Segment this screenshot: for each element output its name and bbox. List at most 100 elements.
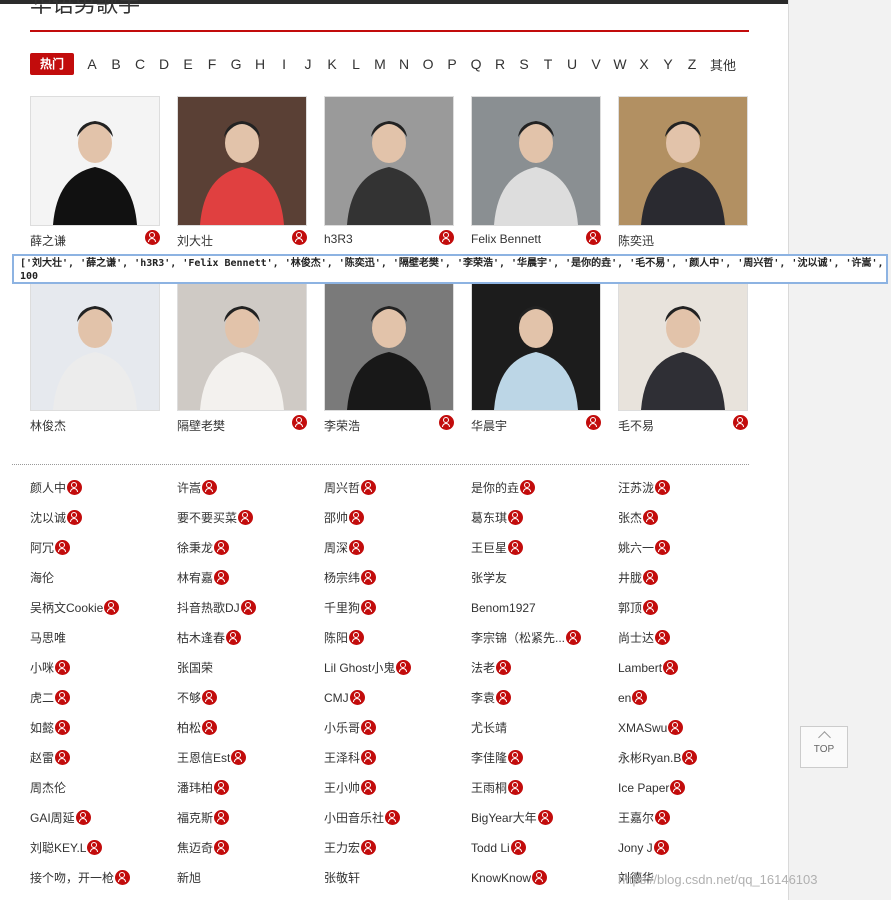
artist-list-item[interactable]: 抖音热歌DJ: [177, 599, 256, 617]
artist-profile-icon[interactable]: [532, 870, 548, 886]
artist-list-item[interactable]: 王巨星: [471, 539, 524, 557]
artist-list-item[interactable]: 是你的垚: [471, 479, 536, 497]
artist-list-item[interactable]: 张国荣: [177, 659, 213, 677]
filter-letter-u[interactable]: U: [560, 56, 584, 72]
artist-profile-icon[interactable]: [508, 540, 524, 556]
artist-list-name[interactable]: 王巨星: [471, 541, 507, 555]
filter-letter-l[interactable]: L: [344, 56, 368, 72]
artist-list-item[interactable]: 张敬轩: [324, 869, 360, 887]
filter-letter-m[interactable]: M: [368, 56, 392, 72]
artist-profile-icon[interactable]: [67, 480, 83, 496]
artist-list-item[interactable]: 李袁: [471, 689, 512, 707]
filter-letter-v[interactable]: V: [584, 56, 608, 72]
artist-photo[interactable]: [324, 281, 454, 411]
artist-list-name[interactable]: 吴柄文Cookie: [30, 601, 103, 615]
artist-photo[interactable]: [471, 96, 601, 226]
artist-name[interactable]: 隔壁老樊: [177, 417, 225, 434]
artist-list-item[interactable]: 尤长靖: [471, 719, 507, 737]
artist-photo[interactable]: [30, 281, 160, 411]
artist-profile-icon[interactable]: [55, 690, 71, 706]
artist-list-name[interactable]: Todd Li: [471, 841, 510, 855]
artist-list-item[interactable]: 尚士达: [618, 629, 671, 647]
artist-profile-icon[interactable]: [361, 570, 377, 586]
artist-list-item[interactable]: 姚六一: [618, 539, 671, 557]
artist-list-item[interactable]: 王力宏: [324, 839, 377, 857]
artist-list-item[interactable]: XMASwu: [618, 719, 684, 737]
artist-list-item[interactable]: 徐秉龙: [177, 539, 230, 557]
artist-list-name[interactable]: Benom1927: [471, 601, 536, 615]
artist-profile-icon[interactable]: [655, 810, 671, 826]
artist-list-name[interactable]: 王小帅: [324, 781, 360, 795]
artist-list-name[interactable]: 徐秉龙: [177, 541, 213, 555]
artist-profile-icon[interactable]: [508, 510, 524, 526]
artist-list-item[interactable]: 小田音乐社: [324, 809, 401, 827]
artist-card[interactable]: 薛之谦: [30, 96, 160, 248]
artist-photo[interactable]: [177, 281, 307, 411]
artist-list-item[interactable]: 法老: [471, 659, 512, 677]
artist-list-name[interactable]: 周兴哲: [324, 481, 360, 495]
artist-list-item[interactable]: 李佳隆: [471, 749, 524, 767]
filter-letter-r[interactable]: R: [488, 56, 512, 72]
artist-list-name[interactable]: 陈阳: [324, 631, 348, 645]
artist-profile-icon[interactable]: [361, 720, 377, 736]
artist-list-name[interactable]: 赵雷: [30, 751, 54, 765]
artist-list-name[interactable]: 小田音乐社: [324, 811, 384, 825]
filter-letter-b[interactable]: B: [104, 56, 128, 72]
artist-profile-icon[interactable]: [361, 780, 377, 796]
artist-list-name[interactable]: 小乐哥: [324, 721, 360, 735]
artist-list-item[interactable]: 王恩信Est: [177, 749, 247, 767]
artist-list-name[interactable]: 颜人中: [30, 481, 66, 495]
artist-list-name[interactable]: 永彬Ryan.B: [618, 751, 681, 765]
artist-profile-icon[interactable]: [682, 750, 698, 766]
artist-list-item[interactable]: 阿冗: [30, 539, 71, 557]
artist-profile-icon[interactable]: [292, 230, 307, 245]
filter-letter-s[interactable]: S: [512, 56, 536, 72]
artist-card[interactable]: 毛不易: [618, 281, 748, 433]
artist-list-item[interactable]: 葛东琪: [471, 509, 524, 527]
artist-list-item[interactable]: KnowKnow: [471, 869, 548, 887]
artist-profile-icon[interactable]: [104, 600, 120, 616]
artist-list-item[interactable]: 要不要买菜: [177, 509, 254, 527]
artist-profile-icon[interactable]: [508, 780, 524, 796]
artist-list-name[interactable]: 焦迈奇: [177, 841, 213, 855]
artist-profile-icon[interactable]: [663, 660, 679, 676]
artist-profile-icon[interactable]: [214, 540, 230, 556]
artist-list-item[interactable]: Lil Ghost小鬼: [324, 659, 412, 677]
filter-letter-o[interactable]: O: [416, 56, 440, 72]
filter-letter-g[interactable]: G: [224, 56, 248, 72]
artist-list-name[interactable]: 抖音热歌DJ: [177, 601, 240, 615]
filter-letter-a[interactable]: A: [80, 56, 104, 72]
artist-photo[interactable]: [324, 96, 454, 226]
artist-list-name[interactable]: 张学友: [471, 571, 507, 585]
artist-profile-icon[interactable]: [655, 480, 671, 496]
filter-letter-n[interactable]: N: [392, 56, 416, 72]
back-to-top-button[interactable]: TOP: [800, 726, 848, 768]
artist-card[interactable]: Felix Bennett: [471, 96, 601, 246]
artist-profile-icon[interactable]: [75, 810, 91, 826]
filter-other[interactable]: 其他: [710, 55, 736, 74]
artist-list-name[interactable]: 林宥嘉: [177, 571, 213, 585]
artist-list-name[interactable]: 不够: [177, 691, 201, 705]
artist-name[interactable]: 刘大壮: [177, 232, 213, 249]
artist-card[interactable]: 林俊杰: [30, 281, 160, 433]
artist-list-item[interactable]: 王雨桐: [471, 779, 524, 797]
filter-letter-i[interactable]: I: [272, 56, 296, 72]
artist-list-name[interactable]: 马思唯: [30, 631, 66, 645]
artist-list-item[interactable]: 海伦: [30, 569, 54, 587]
artist-list-name[interactable]: 井胧: [618, 571, 642, 585]
artist-list-item[interactable]: en: [618, 689, 648, 707]
artist-profile-icon[interactable]: [537, 810, 553, 826]
artist-profile-icon[interactable]: [643, 570, 659, 586]
artist-profile-icon[interactable]: [643, 600, 659, 616]
artist-list-name[interactable]: 王力宏: [324, 841, 360, 855]
filter-letter-h[interactable]: H: [248, 56, 272, 72]
artist-list-item[interactable]: 许嵩: [177, 479, 218, 497]
artist-name[interactable]: Felix Bennett: [471, 232, 541, 246]
artist-card[interactable]: 隔壁老樊: [177, 281, 307, 433]
artist-list-name[interactable]: 许嵩: [177, 481, 201, 495]
artist-list-name[interactable]: 王恩信Est: [177, 751, 230, 765]
artist-profile-icon[interactable]: [396, 660, 412, 676]
artist-list-name[interactable]: Lil Ghost小鬼: [324, 661, 395, 675]
artist-list-item[interactable]: 杨宗纬: [324, 569, 377, 587]
artist-profile-icon[interactable]: [385, 810, 401, 826]
